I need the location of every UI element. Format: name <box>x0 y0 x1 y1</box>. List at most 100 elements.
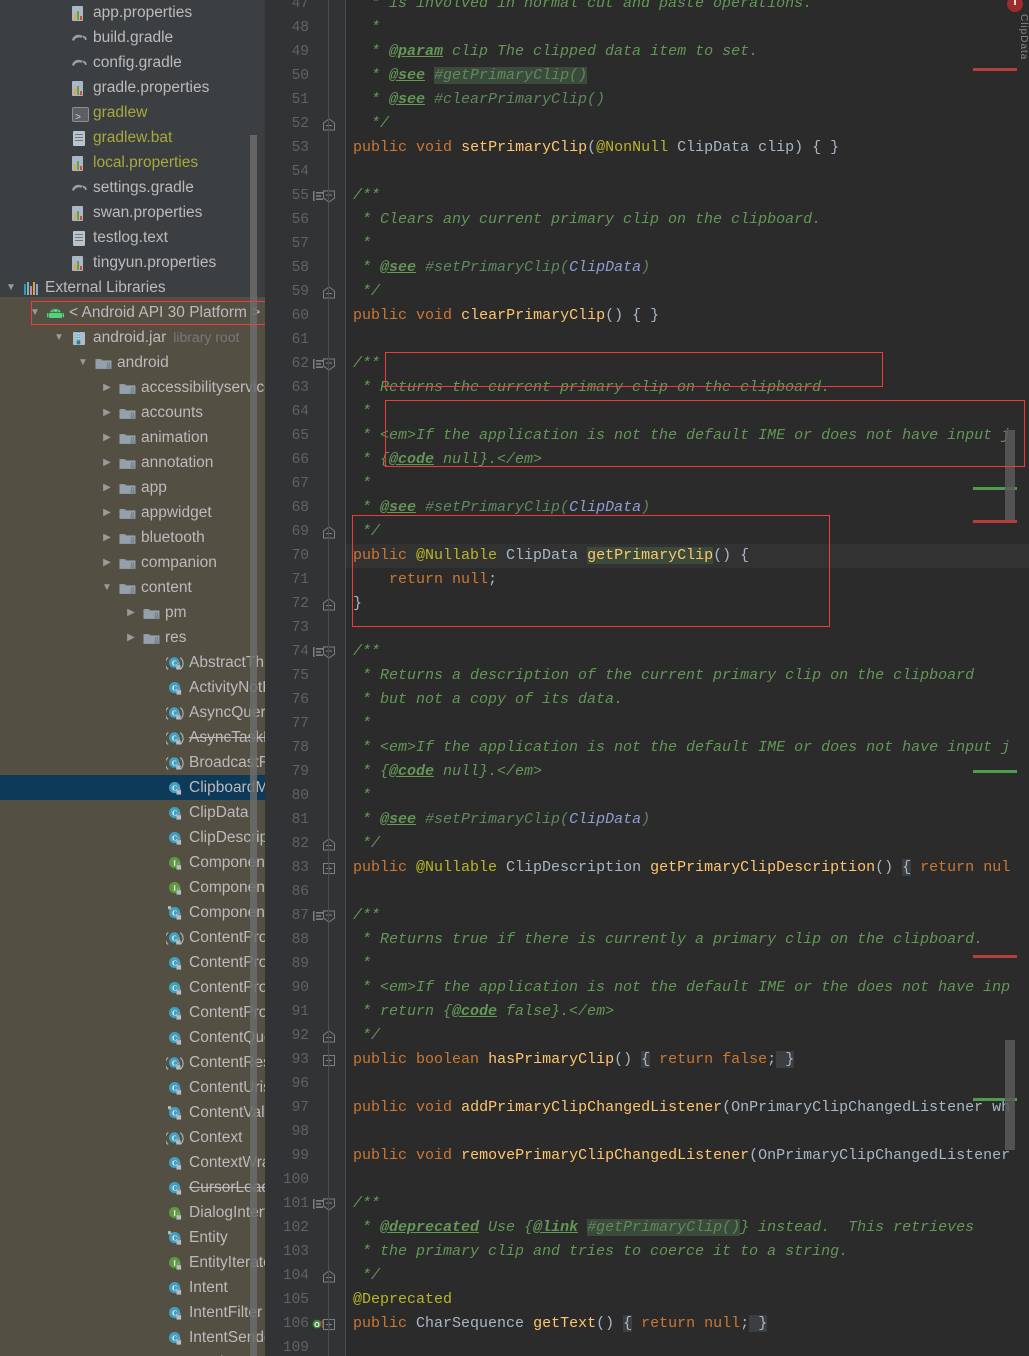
code-line[interactable]: * {@code null}.</em> <box>353 760 542 784</box>
tree-item-config-gradle[interactable]: config.gradle <box>0 50 265 75</box>
tree-item-gradlew-bat[interactable]: gradlew.bat <box>0 125 265 150</box>
line-number[interactable]: 74 <box>265 640 309 664</box>
tree-item-componentname[interactable]: CComponentName <box>0 900 265 925</box>
fold-end-icon[interactable] <box>322 520 336 544</box>
line-number[interactable]: 98 <box>265 1120 309 1144</box>
line-number[interactable]: 102 <box>265 1216 309 1240</box>
chevron-right-icon[interactable]: ▶ <box>96 425 118 450</box>
line-number[interactable]: 64 <box>265 400 309 424</box>
line-number[interactable]: 69 <box>265 520 309 544</box>
tree-item-contentvalues[interactable]: CContentValues <box>0 1100 265 1125</box>
line-number[interactable]: 91 <box>265 1000 309 1024</box>
code-line[interactable]: * <box>353 232 371 256</box>
line-number[interactable]: 71 <box>265 568 309 592</box>
code-line[interactable]: } <box>353 592 362 616</box>
code-line[interactable]: * <box>353 16 380 40</box>
tree-item-annotation[interactable]: ▶ annotation <box>0 450 265 475</box>
chevron-right-icon[interactable]: ▶ <box>96 375 118 400</box>
line-number[interactable]: 70 <box>265 544 309 568</box>
line-number[interactable]: 47 <box>265 0 309 16</box>
code-line[interactable]: */ <box>353 520 380 544</box>
code-line[interactable]: return null; <box>353 568 497 592</box>
tree-item-contentprovideroperation[interactable]: CContentProviderOperation <box>0 975 265 1000</box>
tree-item-companion[interactable]: ▶ companion <box>0 550 265 575</box>
code-line[interactable]: * Returns a description of the current p… <box>353 664 974 688</box>
tree-item-asyncqueryhandler[interactable]: CAsyncQueryHandler <box>0 700 265 725</box>
tree-item-settings-gradle[interactable]: settings.gradle <box>0 175 265 200</box>
line-number[interactable]: 48 <box>265 16 309 40</box>
code-line[interactable]: * <em>If the application is not the defa… <box>353 424 1010 448</box>
line-number[interactable]: 87 <box>265 904 309 928</box>
tree-item-gradlew[interactable]: gradlew <box>0 100 265 131</box>
line-number[interactable]: 88 <box>265 928 309 952</box>
fold-collapse-icon[interactable] <box>322 1192 336 1216</box>
line-number[interactable]: 67 <box>265 472 309 496</box>
tree-row-container[interactable]: app.properties build.gradle config.gradle g… <box>0 0 265 1356</box>
tree-item-context[interactable]: C Context <box>0 1125 265 1150</box>
tree-item-external-libraries[interactable]: ▼ External Libraries <box>0 275 265 300</box>
tree-item-android[interactable]: ▼ android <box>0 350 265 375</box>
code-line[interactable]: /** <box>353 904 380 928</box>
tree-item-intentfilter[interactable]: C IntentFilter <box>0 1300 265 1325</box>
tree-item-android-jar[interactable]: ▼ android.jar library root <box>0 325 265 350</box>
line-number[interactable]: 53 <box>265 136 309 160</box>
chevron-right-icon[interactable]: ▶ <box>96 550 118 575</box>
line-number[interactable]: 51 <box>265 88 309 112</box>
chevron-down-icon[interactable]: ▼ <box>48 325 70 350</box>
line-number[interactable]: 61 <box>265 328 309 352</box>
fold-expand-icon[interactable] <box>322 1048 336 1072</box>
code-line[interactable]: public void addPrimaryClipChangedListene… <box>353 1096 1010 1120</box>
code-line[interactable]: public void clearPrimaryClip() { } <box>353 304 659 328</box>
editor-pane[interactable]: 47 * is involved in normal cut and paste… <box>265 0 1029 1356</box>
line-number[interactable]: 52 <box>265 112 309 136</box>
fold-collapse-icon[interactable] <box>322 352 336 376</box>
code-line[interactable]: /** <box>353 640 380 664</box>
code-line[interactable]: * @see #clearPrimaryClip() <box>353 88 605 112</box>
line-number[interactable]: 79 <box>265 760 309 784</box>
line-number[interactable]: 63 <box>265 376 309 400</box>
editor-scrollbar-thumb-upper[interactable] <box>1005 430 1015 520</box>
tree-item-clipboardmanager[interactable]: CClipboardManager <box>0 775 265 800</box>
line-number[interactable]: 68 <box>265 496 309 520</box>
chevron-right-icon[interactable]: ▶ <box>96 475 118 500</box>
line-number[interactable]: 57 <box>265 232 309 256</box>
chevron-right-icon[interactable]: ▶ <box>120 625 142 650</box>
line-number[interactable]: 82 <box>265 832 309 856</box>
code-line[interactable]: * <box>353 952 371 976</box>
chevron-down-icon[interactable]: ▼ <box>0 275 22 300</box>
code-line[interactable]: @Deprecated <box>353 1288 452 1312</box>
fold-end-icon[interactable] <box>322 592 336 616</box>
tree-item-bluetooth[interactable]: ▶ bluetooth <box>0 525 265 550</box>
code-line[interactable]: * the primary clip and tries to coerce i… <box>353 1240 848 1264</box>
chevron-right-icon[interactable]: ▶ <box>120 600 142 625</box>
tree-item-accounts[interactable]: ▶ accounts <box>0 400 265 425</box>
tree-item-gradle-properties[interactable]: gradle.properties <box>0 75 265 100</box>
fold-end-icon[interactable] <box>322 112 336 136</box>
tree-item-pm[interactable]: ▶ pm <box>0 600 265 625</box>
line-number[interactable]: 109 <box>265 1336 309 1356</box>
stripe-marker[interactable] <box>973 68 1017 71</box>
tree-item-loader[interactable]: CLoader <box>0 1350 265 1356</box>
line-number[interactable]: 93 <box>265 1048 309 1072</box>
tree-item-cursorloader[interactable]: CCursorLoader <box>0 1175 265 1200</box>
tree-item-intent[interactable]: C Intent <box>0 1275 265 1300</box>
tree-item-content[interactable]: ▼ content <box>0 575 265 600</box>
chevron-right-icon[interactable]: ▶ <box>96 400 118 425</box>
chevron-down-icon[interactable]: ▼ <box>96 575 118 600</box>
code-line[interactable]: */ <box>353 1024 380 1048</box>
code-line[interactable]: * Clears any current primary clip on the… <box>353 208 821 232</box>
tree-item-build-gradle[interactable]: build.gradle <box>0 25 265 50</box>
project-tool-window[interactable]: app.properties build.gradle config.gradle g… <box>0 0 265 1356</box>
line-number[interactable]: 101 <box>265 1192 309 1216</box>
code-line[interactable]: * @param clip The clipped data item to s… <box>353 40 758 64</box>
code-line[interactable]: * @see #setPrimaryClip(ClipData) <box>353 256 650 280</box>
code-line[interactable]: public void setPrimaryClip(@NonNull Clip… <box>353 136 839 160</box>
code-line[interactable]: /** <box>353 1192 380 1216</box>
code-line[interactable]: public CharSequence getText() { return n… <box>353 1312 768 1336</box>
tree-item-clipdescription[interactable]: CClipDescription <box>0 825 265 850</box>
tree-item-contentproviderclient[interactable]: CContentProviderClient <box>0 950 265 975</box>
stripe-marker[interactable] <box>973 520 1017 523</box>
line-number[interactable]: 55 <box>265 184 309 208</box>
tree-item-componentcallbacks2[interactable]: IComponentCallbacks2 <box>0 875 265 900</box>
tree-item-dialoginterface[interactable]: IDialogInterface <box>0 1200 265 1225</box>
